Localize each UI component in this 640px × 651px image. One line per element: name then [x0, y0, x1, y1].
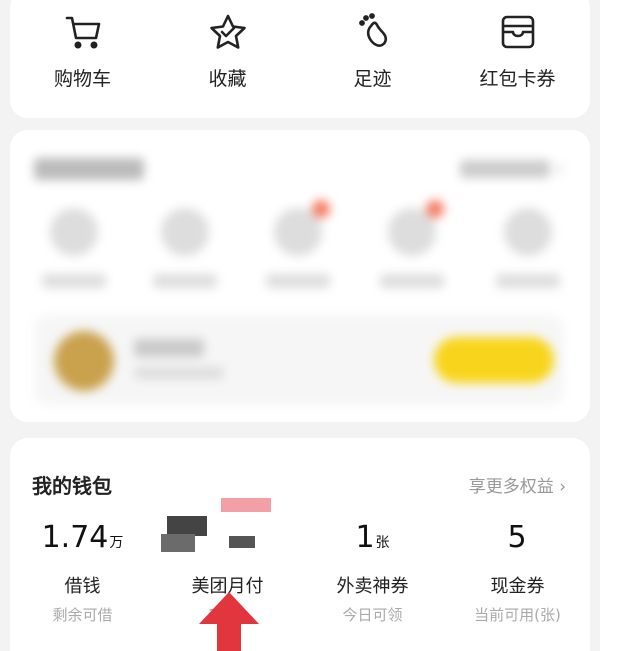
shortcut-label: 购物车 [53, 68, 111, 90]
wallet-sub: 剩余可借 [52, 606, 113, 624]
star-icon [209, 14, 246, 49]
wallet-item-coupon[interactable]: 1张 外卖神券 今日可领 [300, 520, 445, 625]
shortcut-favorites[interactable]: 收藏 [155, 12, 300, 118]
wallet-sub: 今日可领 [342, 606, 403, 624]
wallet-value: 1 [355, 520, 375, 555]
right-edge [600, 0, 640, 651]
wallet-item-borrow[interactable]: 1.74 万 借钱 剩余可借 [10, 520, 155, 625]
orders-card-blurred: › [10, 130, 590, 422]
wallet-title: 我的钱包 [32, 474, 112, 498]
cart-icon [65, 16, 100, 49]
blurred-order-item [372, 200, 452, 288]
blurred-order-item [145, 208, 225, 288]
shortcut-card: 购物车 收藏 足迹 红包卡券 [10, 0, 590, 118]
footprint-icon [358, 13, 387, 47]
blurred-promo [34, 315, 564, 405]
wallet-sub: 当前可用(张) [474, 606, 561, 624]
chevron-right-icon: › [559, 477, 566, 497]
wallet-card: 我的钱包 享更多权益 › 1.74万 借钱 剩余可借 美团月付 1月计 1张 外… [10, 438, 590, 651]
wallet-icon [501, 15, 534, 49]
promo-button [434, 337, 554, 383]
wallet-unit: 万 [109, 535, 124, 551]
blurred-title [34, 158, 144, 180]
chevron-right-icon: › [556, 156, 564, 180]
shortcut-coupons[interactable]: 红包卡券 [445, 12, 590, 118]
shortcut-label: 收藏 [208, 68, 247, 90]
arrow-up-icon [199, 592, 259, 651]
wallet-item-cash-coupon[interactable]: 5 现金券 当前可用(张) [445, 520, 590, 625]
shortcut-footprint[interactable]: 足迹 [300, 12, 445, 118]
wallet-value: 1.74 [41, 520, 109, 555]
blurred-link [460, 160, 550, 178]
shortcut-label: 足迹 [353, 68, 392, 90]
redacted-value [160, 498, 283, 560]
shortcut-cart[interactable]: 购物车 [10, 12, 155, 118]
coin-icon [54, 331, 114, 391]
blurred-order-item [258, 200, 338, 288]
wallet-value: 5 [507, 520, 527, 555]
blurred-order-item [488, 208, 568, 288]
wallet-name: 外卖神券 [336, 576, 409, 597]
wallet-unit: 张 [375, 535, 390, 551]
wallet-more-link[interactable]: 享更多权益 › [469, 472, 566, 497]
shortcut-label: 红包卡券 [479, 68, 556, 90]
wallet-name: 借钱 [64, 576, 101, 597]
blurred-order-item [34, 208, 114, 288]
blurred-content: › [10, 130, 590, 422]
wallet-name: 现金券 [490, 576, 545, 597]
